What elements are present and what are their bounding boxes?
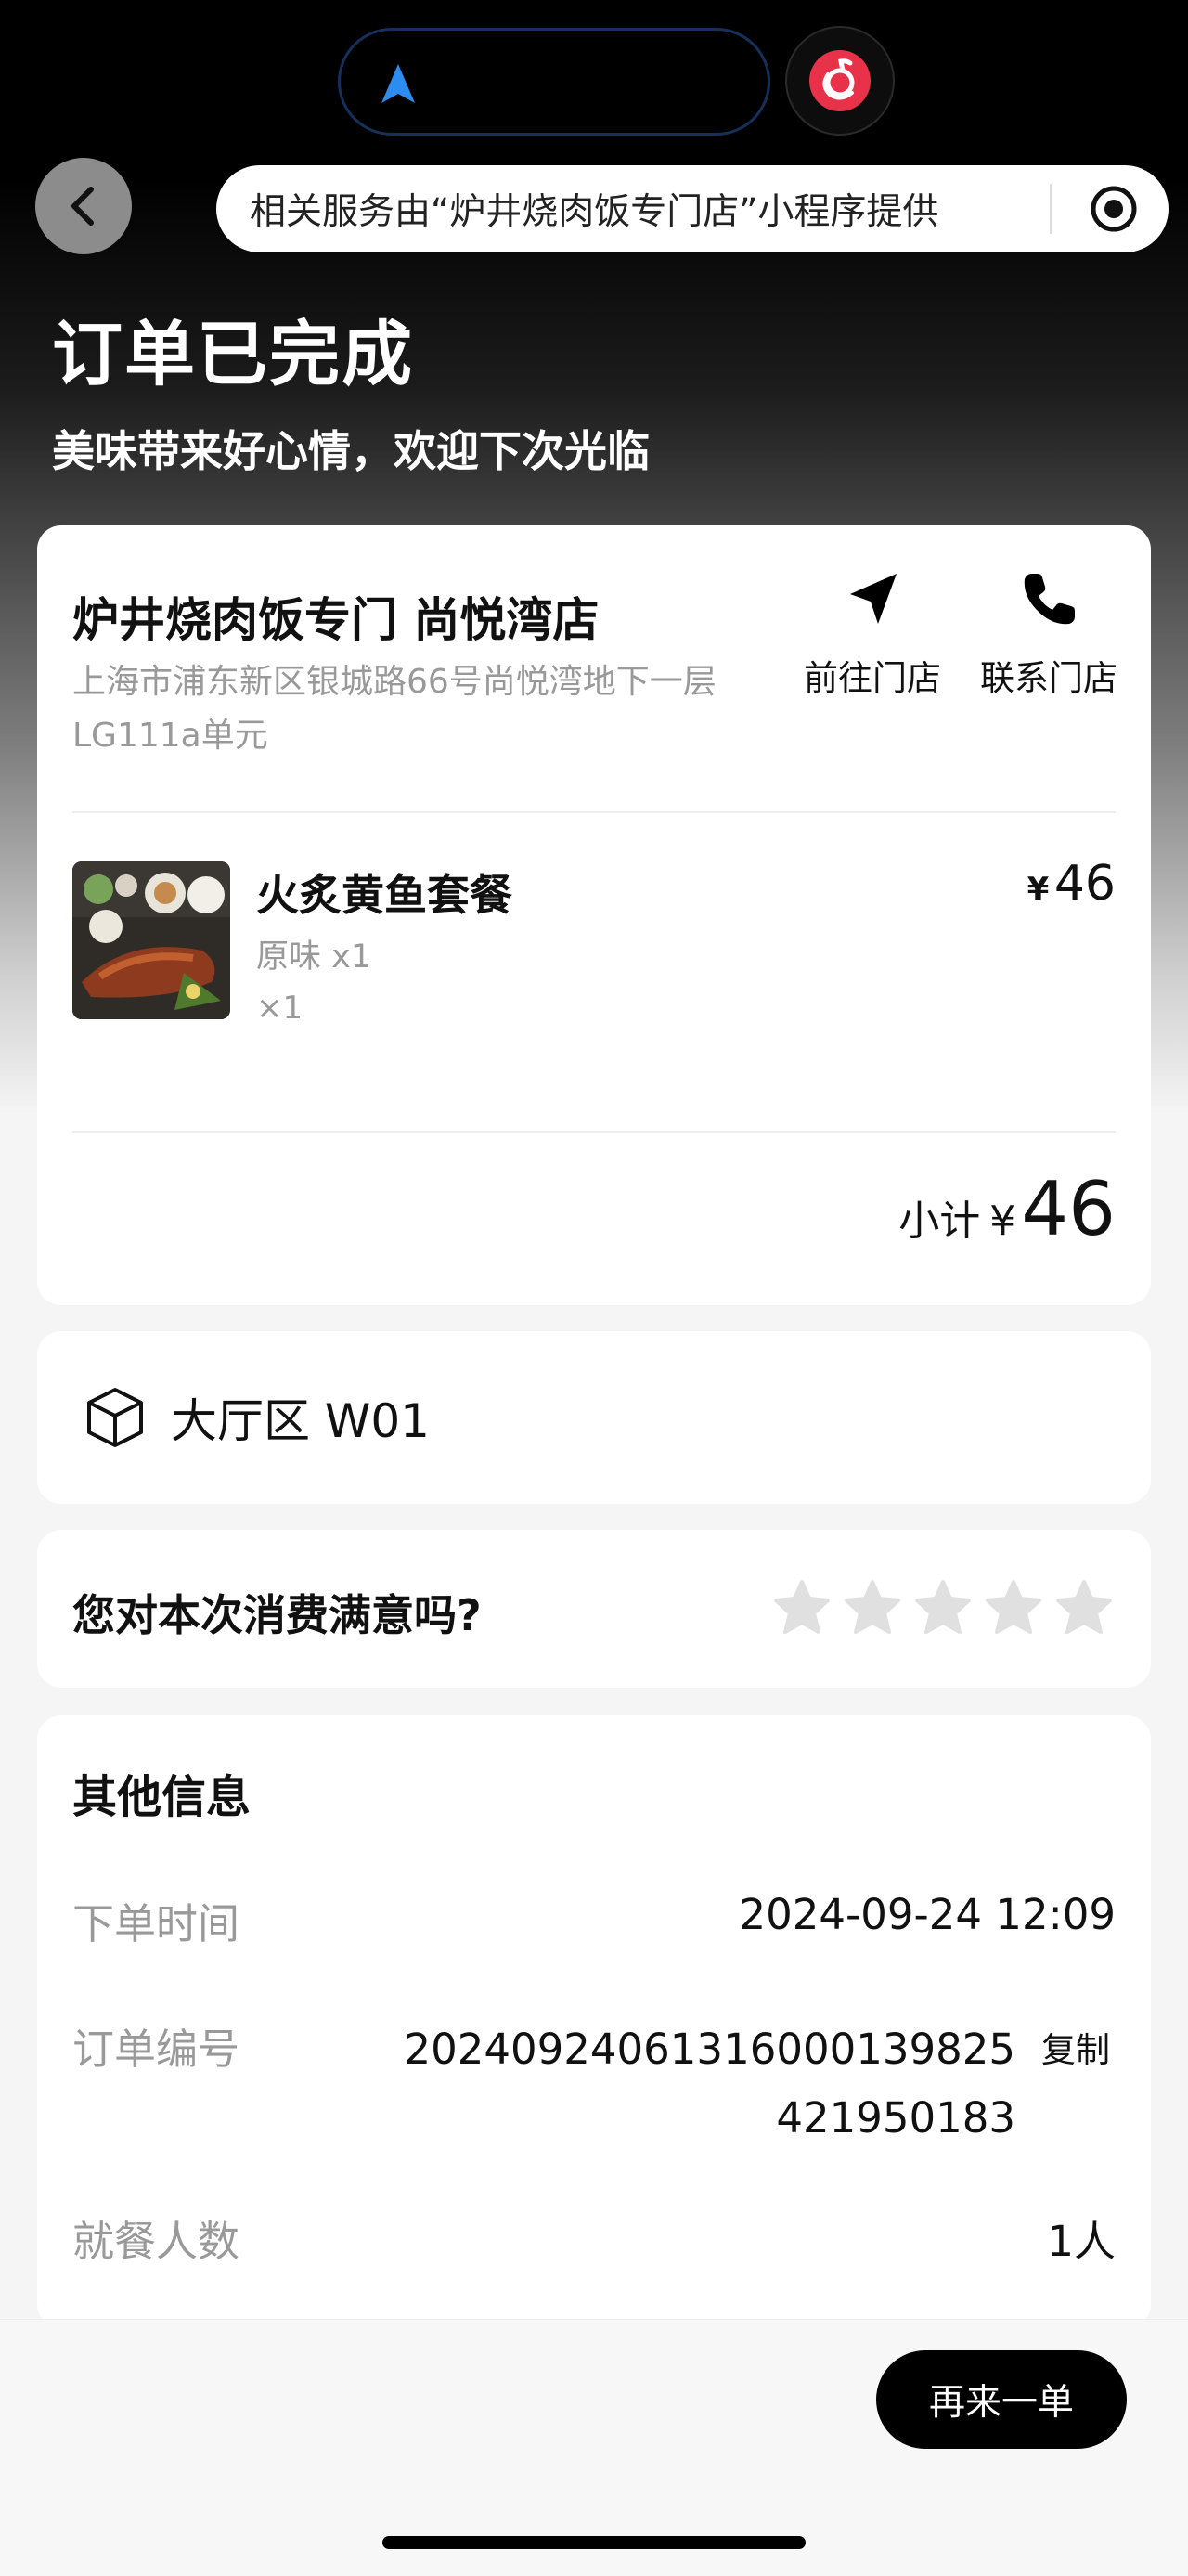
item-spec: 原味 x1 — [256, 938, 372, 976]
order-no-line-2: 421950183 — [776, 2093, 1015, 2142]
item-price: ¥ 46 — [1027, 856, 1116, 912]
mini-program-capsule[interactable]: 相关服务由“炉井烧肉饭专门店”小程序提供 — [216, 165, 1169, 252]
box-icon — [87, 1388, 143, 1447]
capsule-divider — [1050, 184, 1052, 234]
page-subtitle: 美味带来好心情，欢迎下次光临 — [52, 426, 650, 476]
order-time-label: 下单时间 — [72, 1899, 240, 1948]
subtotal: 小计 ¥ 46 — [898, 1166, 1116, 1252]
subtotal-amount: 46 — [1021, 1166, 1116, 1252]
target-icon[interactable] — [1089, 184, 1139, 234]
copy-order-no-button[interactable]: 复制 — [1041, 2022, 1110, 2072]
star-icon[interactable] — [1054, 1578, 1114, 1638]
table-card: 大厅区 W01 — [37, 1331, 1151, 1504]
item-name: 火炙黄鱼套餐 — [256, 870, 512, 920]
table-label: 大厅区 W01 — [171, 1394, 430, 1448]
store-name: 炉井烧肉饭专门 尚悦湾店 — [72, 593, 600, 647]
home-indicator — [382, 2536, 806, 2549]
order-card: 炉井烧肉饭专门 尚悦湾店 上海市浦东新区银城路66号尚悦湾地下一层LG111a单… — [37, 525, 1151, 1305]
nav-arrow-icon — [381, 64, 415, 103]
star-icon[interactable] — [772, 1578, 832, 1638]
order-no-label: 订单编号 — [72, 2025, 240, 2074]
back-button[interactable] — [35, 158, 132, 254]
other-info-card: 其他信息 下单时间 2024-09-24 12:09 订单编号 20240924… — [37, 1715, 1151, 2328]
item-price-currency: ¥ — [1027, 871, 1050, 908]
diners-label: 就餐人数 — [72, 2217, 240, 2266]
divider — [72, 1131, 1116, 1133]
diners-value: 1人 — [1047, 2217, 1116, 2266]
rating-card: 您对本次消费满意吗? — [37, 1530, 1151, 1688]
music-widget[interactable] — [785, 26, 895, 136]
order-time-value: 2024-09-24 12:09 — [739, 1890, 1116, 1939]
item-quantity: ×1 — [256, 990, 303, 1027]
navigate-store-label: 前往门店 — [804, 658, 941, 698]
item-price-amount: 46 — [1053, 856, 1116, 912]
rating-question: 您对本次消费满意吗? — [72, 1590, 482, 1640]
call-store-label: 联系门店 — [980, 658, 1117, 698]
food-image — [72, 861, 230, 1019]
navigate-store-button[interactable]: 前往门店 — [789, 570, 956, 700]
star-icon[interactable] — [843, 1578, 902, 1638]
navigation-arrow-icon — [850, 574, 897, 624]
divider — [72, 811, 1116, 813]
other-info-title: 其他信息 — [72, 1771, 252, 1823]
reorder-button[interactable]: 再来一单 — [876, 2350, 1127, 2449]
subtotal-label: 小计 — [898, 1197, 981, 1245]
subtotal-currency: ¥ — [989, 1197, 1016, 1245]
page-title: 订单已完成 — [52, 313, 414, 395]
netease-music-icon — [809, 50, 871, 111]
back-icon — [71, 187, 94, 226]
order-no-value: 20240924061316000139825 421950183 — [384, 2015, 1016, 2153]
star-icon[interactable] — [984, 1578, 1043, 1638]
call-store-button[interactable]: 联系门店 — [965, 570, 1132, 700]
phone-icon — [1024, 574, 1075, 625]
rating-stars — [772, 1578, 1114, 1638]
star-icon[interactable] — [913, 1578, 973, 1638]
capsule-text: 相关服务由“炉井烧肉饭专门店”小程序提供 — [250, 191, 939, 233]
order-no-line-1: 20240924061316000139825 — [404, 2025, 1016, 2074]
store-address: 上海市浦东新区银城路66号尚悦湾地下一层LG111a单元 — [72, 663, 717, 755]
status-island — [338, 28, 770, 136]
